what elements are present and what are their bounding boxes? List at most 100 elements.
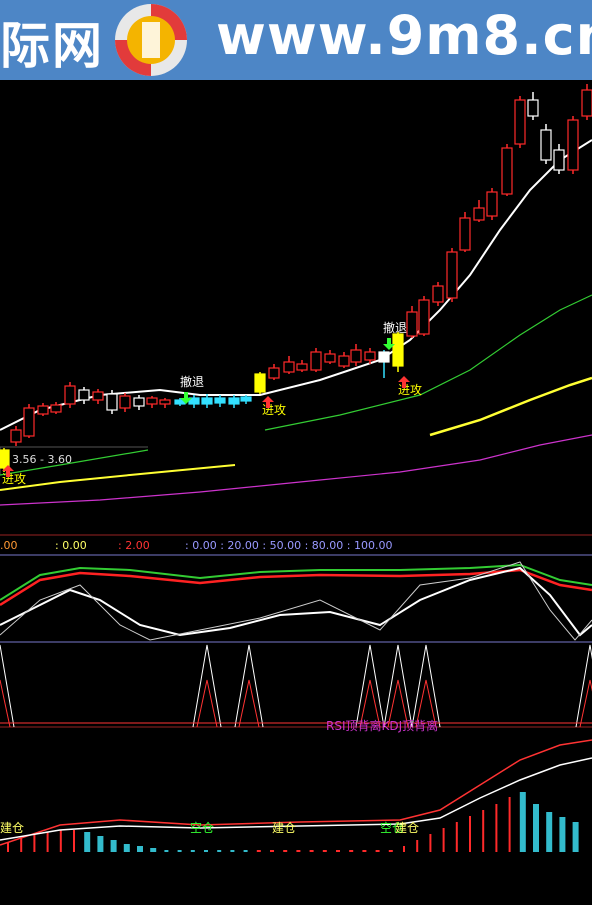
position-bar-4 <box>59 830 62 852</box>
candle-23-body <box>310 351 322 371</box>
signal-label-1: 撤退 <box>180 374 204 389</box>
position-bar-11 <box>150 848 157 852</box>
candle-36-body <box>486 191 498 217</box>
position-bar-34 <box>455 822 458 852</box>
candle-9-body <box>119 395 131 409</box>
site-logo <box>115 4 187 76</box>
position-bar-33 <box>442 828 445 852</box>
candle-32-body <box>432 285 444 303</box>
candle-20-body <box>268 367 280 379</box>
position-bar-3 <box>46 832 49 852</box>
position-bar-22 <box>296 850 301 852</box>
candle-38-body <box>514 99 526 145</box>
indicator-header-0: .00 <box>0 539 18 552</box>
position-label-2: 建仓 <box>272 821 296 835</box>
position-bar-25 <box>336 850 340 852</box>
candle-22-body <box>296 363 308 371</box>
candle-12-body <box>159 399 171 405</box>
position-bar-20 <box>270 850 274 852</box>
ma-yellow-line <box>429 376 592 437</box>
divergence-spike-inner-6 <box>579 679 592 728</box>
signal-label-3: 撤退 <box>383 320 407 335</box>
divergence-spike-6 <box>575 644 592 728</box>
candle-4-body <box>50 404 62 413</box>
candle-29-body <box>392 333 404 367</box>
candle-21-body <box>283 361 295 373</box>
candle-15-body <box>201 397 213 405</box>
position-bar-37 <box>495 804 498 852</box>
position-bar-19 <box>256 850 261 852</box>
position-bar-7 <box>97 836 104 852</box>
candle-42-body <box>567 119 579 171</box>
position-bar-42 <box>559 817 566 852</box>
candle-16-body <box>214 397 226 404</box>
position-bar-2 <box>33 834 36 852</box>
divergence-spike-4 <box>383 644 413 728</box>
position-bar-16 <box>217 850 222 852</box>
candle-30-body <box>406 311 418 337</box>
moving-averages <box>0 139 592 506</box>
candlesticks <box>0 84 592 472</box>
candle-25-body <box>338 355 350 367</box>
candle-8-body <box>106 393 118 411</box>
divergence-spike-2 <box>234 644 264 728</box>
candle-28-body <box>378 351 390 363</box>
candle-19-body <box>254 373 266 393</box>
signal-label-0: 进攻 <box>2 472 26 486</box>
candle-40-body <box>540 129 552 161</box>
position-bar-36 <box>482 810 485 852</box>
position-bar-14 <box>190 850 195 852</box>
ma-magenta-line <box>0 434 592 506</box>
banner-site-text: www.9m8.cn <box>216 4 592 67</box>
panel-frames <box>0 446 592 728</box>
position-panel: 建仓 空仓 建仓 空仓建仓 <box>0 739 592 852</box>
candle-41-body <box>553 149 565 171</box>
position-bar-27 <box>362 850 367 852</box>
divergence-spike-1 <box>192 644 222 728</box>
candle-34-body <box>459 217 471 251</box>
site-banner: 际网 www.9m8.cn <box>0 0 592 80</box>
position-bar-29 <box>388 850 393 852</box>
position-bar-26 <box>349 850 354 852</box>
divergence-spike-3 <box>355 644 385 728</box>
position-bar-1 <box>20 838 23 852</box>
candle-35-body <box>473 207 485 221</box>
candle-6-body <box>78 389 90 401</box>
position-bar-10 <box>137 846 143 852</box>
divergence-spike-5 <box>411 644 441 728</box>
position-label-4: 建仓 <box>395 821 419 835</box>
candle-1-body <box>10 429 22 443</box>
position-bar-39 <box>519 792 526 852</box>
position-bar-0 <box>7 842 9 852</box>
position-bar-32 <box>429 834 432 852</box>
position-bar-18 <box>243 850 248 852</box>
candle-11-body <box>146 397 158 405</box>
banner-left-text: 际网 <box>0 17 104 75</box>
position-bar-17 <box>230 850 235 852</box>
candle-24-body <box>324 353 336 363</box>
signal-label-4: 进攻 <box>398 383 422 397</box>
indicator-red-line <box>0 568 592 607</box>
divergence-spike-inner-0 <box>0 679 11 728</box>
position-label-1: 空仓 <box>190 821 214 835</box>
position-bar-13 <box>177 850 182 852</box>
candle-39-body <box>527 99 539 117</box>
indicator-header-2: : 2.00 <box>118 539 150 552</box>
indicator-panel: .00: 0.00: 2.00: 0.00 : 20.00 : 50.00 : … <box>0 539 592 641</box>
position-bar-43 <box>572 822 579 852</box>
candle-33-body <box>446 251 458 299</box>
position-bar-30 <box>403 846 405 852</box>
candle-31-body <box>418 299 430 335</box>
indicator-header-3: : 0.00 : 20.00 : 50.00 : 80.00 : 100.00 <box>185 539 392 552</box>
candle-27-body <box>364 351 376 361</box>
candle-18-body <box>240 396 252 402</box>
indicator-white-line <box>0 566 592 637</box>
candle-7-body <box>92 391 104 401</box>
candle-2-body <box>23 407 35 437</box>
candle-3-body <box>37 405 49 415</box>
position-label-0: 建仓 <box>0 821 24 835</box>
candle-5-body <box>64 385 76 405</box>
candle-37-body <box>501 147 513 195</box>
position-bar-6 <box>84 832 91 852</box>
stock-chart: 进攻 撤退进攻 撤退进攻 3.56 - 3.60 .00: 0.00: 2.00: 0… <box>0 84 592 852</box>
